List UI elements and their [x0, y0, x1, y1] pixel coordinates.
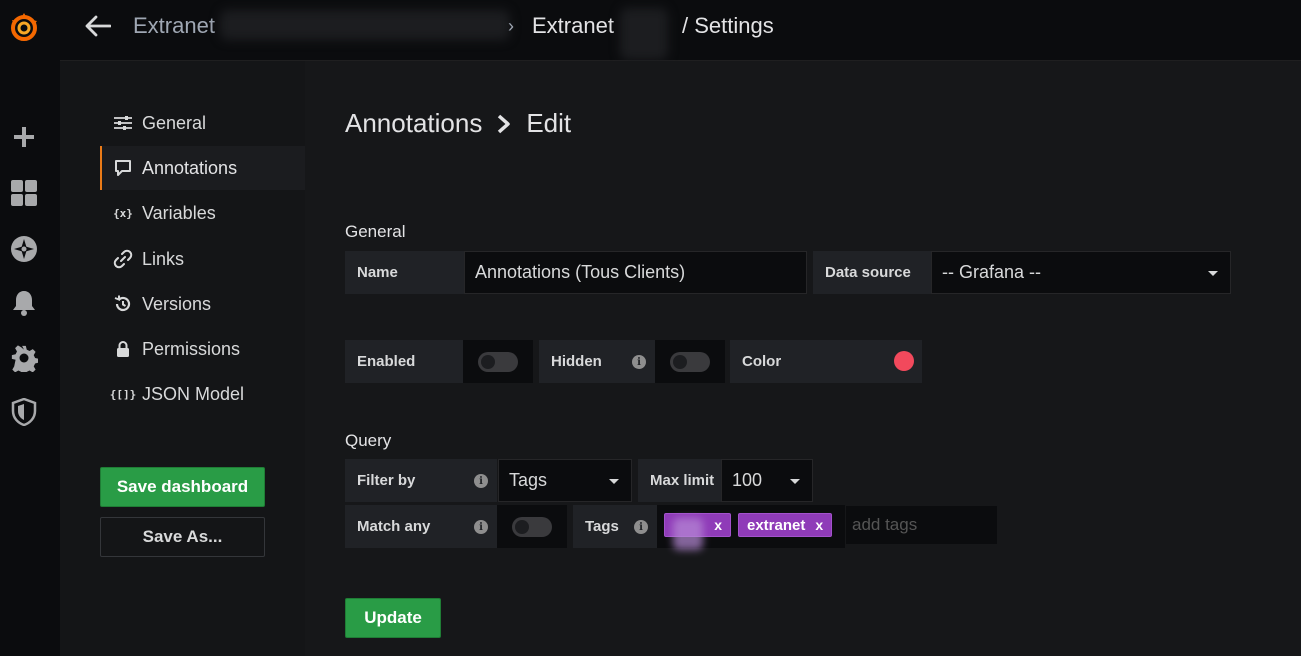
toggle-switch	[670, 351, 710, 372]
back-arrow-icon[interactable]	[82, 10, 114, 42]
dashboards-icon[interactable]	[9, 178, 39, 208]
toggle-switch	[512, 516, 552, 537]
alerting-bell-icon[interactable]	[9, 288, 39, 318]
name-label: Name	[345, 251, 465, 294]
lock-icon	[112, 338, 134, 360]
hidden-switch[interactable]	[655, 340, 725, 383]
enabled-switch[interactable]	[463, 340, 533, 383]
caret-down-icon	[609, 479, 619, 484]
datasource-label: Data source	[813, 251, 931, 294]
save-as-button[interactable]: Save As...	[100, 517, 265, 557]
info-icon[interactable]: i	[474, 520, 488, 534]
redacted-dashboard-name	[620, 8, 668, 60]
settings-nav-annotations[interactable]: Annotations	[100, 146, 305, 190]
caret-down-icon	[1208, 271, 1218, 276]
page-subtitle-text: Edit	[526, 108, 572, 138]
top-navbar: Extranet › Extranet / Settings	[60, 0, 1301, 61]
filter-by-value: Tags	[509, 470, 548, 490]
redacted-folder-name	[220, 10, 510, 40]
gear-icon[interactable]	[9, 343, 39, 373]
settings-nav-versions[interactable]: Versions	[100, 282, 305, 326]
query-section-heading: Query	[345, 431, 392, 450]
settings-nav-label: Permissions	[142, 338, 241, 359]
update-button[interactable]: Update	[345, 598, 441, 638]
color-picker-swatch[interactable]	[894, 351, 914, 371]
max-limit-label: Max limit	[638, 459, 722, 502]
filter-by-select[interactable]: Tags	[498, 459, 632, 502]
max-limit-value: 100	[732, 470, 763, 490]
json-icon: {[]}	[109, 387, 137, 401]
datasource-select[interactable]: -- Grafana --	[931, 251, 1231, 294]
info-icon[interactable]: i	[632, 355, 646, 369]
link-icon	[112, 248, 134, 270]
enabled-label: Enabled	[345, 340, 463, 383]
sliders-icon	[112, 112, 134, 134]
annotation-edit-panel: Annotations Edit General Name Annotation…	[305, 61, 1301, 656]
page-title: Annotations Edit	[345, 108, 571, 139]
grafana-logo-icon[interactable]	[7, 10, 41, 44]
comment-icon	[112, 157, 134, 179]
settings-nav-label: Versions	[142, 293, 212, 314]
settings-nav-label: General	[142, 112, 207, 133]
settings-nav: General Annotations {x} Variables Links …	[60, 61, 305, 656]
max-limit-select[interactable]: 100	[721, 459, 813, 502]
page-title-text: Annotations	[345, 108, 483, 138]
redacted-tag-text	[673, 518, 703, 550]
add-tags-input[interactable]: add tags	[846, 506, 997, 544]
tags-container: x extranet x	[657, 505, 845, 550]
chevron-right-icon	[496, 113, 512, 135]
breadcrumb-folder[interactable]: Extranet	[133, 13, 215, 39]
match-any-switch[interactable]	[497, 505, 567, 548]
tag-chip: extranet x	[738, 513, 833, 537]
tag-remove-button[interactable]: x	[815, 517, 823, 533]
settings-nav-general[interactable]: General	[100, 101, 305, 145]
variable-icon: {x}	[113, 206, 133, 220]
toggle-switch	[478, 351, 518, 372]
info-icon[interactable]: i	[474, 474, 488, 488]
save-dashboard-button[interactable]: Save dashboard	[100, 467, 265, 507]
tag-remove-button[interactable]: x	[714, 517, 722, 533]
name-input[interactable]: Annotations (Tous Clients)	[464, 251, 807, 294]
settings-nav-label: JSON Model	[142, 383, 245, 404]
shield-icon[interactable]	[9, 397, 39, 427]
settings-nav-json-model[interactable]: {[]} JSON Model	[100, 372, 305, 416]
datasource-value: -- Grafana --	[942, 262, 1042, 282]
explore-icon[interactable]	[9, 234, 39, 264]
settings-nav-permissions[interactable]: Permissions	[100, 327, 305, 371]
settings-nav-variables[interactable]: {x} Variables	[100, 191, 305, 235]
settings-nav-links[interactable]: Links	[100, 237, 305, 281]
tag-chip-redacted: x	[664, 513, 731, 550]
tag-chip-label: extranet	[747, 516, 806, 534]
plus-icon[interactable]	[9, 122, 39, 152]
settings-nav-label: Links	[142, 248, 185, 269]
breadcrumb-page: / Settings	[682, 13, 774, 38]
info-icon[interactable]: i	[634, 520, 648, 534]
history-icon	[112, 293, 134, 315]
side-menu	[0, 0, 60, 656]
caret-down-icon	[790, 479, 800, 484]
breadcrumb-separator: ›	[508, 16, 514, 36]
breadcrumb-dashboard[interactable]: Extranet	[532, 13, 614, 39]
settings-nav-label: Annotations	[142, 157, 238, 178]
general-section-heading: General	[345, 222, 406, 241]
settings-nav-label: Variables	[142, 202, 216, 223]
